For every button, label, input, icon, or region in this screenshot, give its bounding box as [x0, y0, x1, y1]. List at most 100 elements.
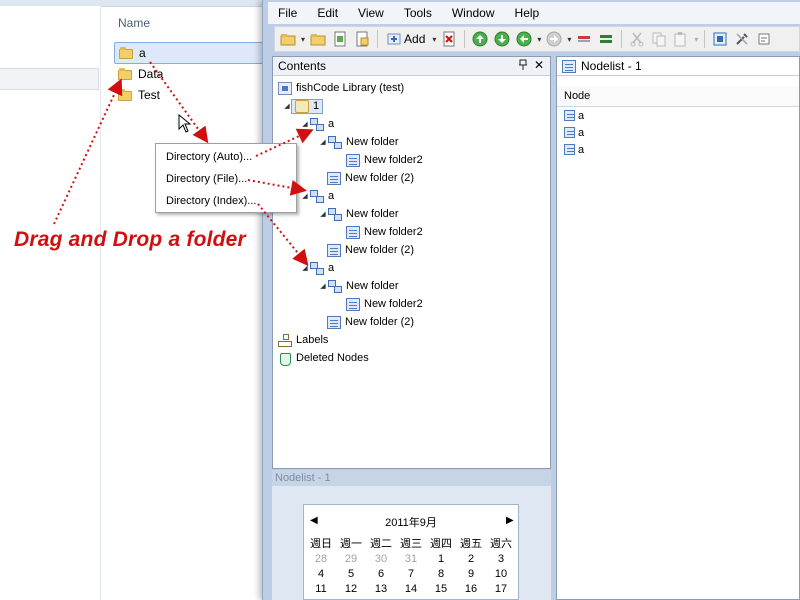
- node-column-header-label: Node: [564, 90, 591, 102]
- explorer-item-test[interactable]: Test: [114, 85, 164, 105]
- document-icon[interactable]: [331, 30, 349, 48]
- node-column-header[interactable]: Node: [557, 86, 799, 107]
- tree-root[interactable]: fishCode Library (test): [278, 79, 404, 97]
- tree-node-new-folder-2[interactable]: New folder (2): [327, 241, 414, 259]
- paste-icon[interactable]: [672, 30, 690, 48]
- calendar-day[interactable]: 10: [486, 567, 516, 582]
- tree-node-1[interactable]: ◢ 1: [282, 97, 324, 115]
- nodelist-row[interactable]: a: [557, 107, 799, 124]
- add-button[interactable]: Add: [384, 30, 428, 48]
- tree-node-new-folder[interactable]: ◢ New folder: [318, 133, 399, 151]
- calendar-day[interactable]: 11: [306, 582, 336, 597]
- copy-icon[interactable]: [650, 30, 668, 48]
- tree-node-label: New folder: [346, 280, 399, 292]
- tree-node-a[interactable]: ◢ a: [300, 187, 334, 205]
- toolbar-separator: [464, 30, 466, 48]
- menu-item-directory-auto[interactable]: Directory (Auto)...: [156, 146, 296, 168]
- settings-icon[interactable]: [755, 30, 773, 48]
- cut-icon[interactable]: [628, 30, 646, 48]
- menu-file[interactable]: File: [268, 6, 307, 20]
- calendar-day[interactable]: 6: [366, 567, 396, 582]
- calendar-day[interactable]: 7: [396, 567, 426, 582]
- calendar-day[interactable]: 28: [306, 552, 336, 567]
- menu-window[interactable]: Window: [442, 6, 505, 20]
- calendar-day[interactable]: 1: [426, 552, 456, 567]
- explorer-item-label: Data: [138, 67, 164, 81]
- pin-icon[interactable]: [518, 59, 528, 74]
- name-column-header[interactable]: Name: [118, 16, 150, 30]
- collapse-triangle-icon[interactable]: ◢: [300, 264, 310, 272]
- explorer-item-data[interactable]: Data: [114, 64, 167, 84]
- database-icon: [295, 99, 309, 113]
- calendar-day[interactable]: 31: [396, 552, 426, 567]
- nav-forward-icon[interactable]: [545, 30, 563, 48]
- menu-help[interactable]: Help: [505, 6, 550, 20]
- folder-icon[interactable]: [309, 30, 327, 48]
- menu-item-directory-file[interactable]: Directory (File)...: [156, 168, 296, 190]
- tools-icon[interactable]: [733, 30, 751, 48]
- calendar-day[interactable]: 4: [306, 567, 336, 582]
- calendar-day[interactable]: 9: [456, 567, 486, 582]
- fit-window-icon[interactable]: [711, 30, 729, 48]
- nav-selected-item[interactable]: [0, 68, 99, 90]
- nav-down-icon[interactable]: [493, 30, 511, 48]
- calendar-day[interactable]: 8: [426, 567, 456, 582]
- folder-tree-icon: [328, 279, 342, 293]
- calendar-day[interactable]: 2: [456, 552, 486, 567]
- tree-node-a[interactable]: ◢ a: [300, 259, 334, 277]
- open-folder-icon[interactable]: [279, 30, 297, 48]
- collapse-triangle-icon[interactable]: ◢: [318, 210, 328, 218]
- menu-view[interactable]: View: [348, 6, 394, 20]
- collapse-triangle-icon[interactable]: ◢: [318, 282, 328, 290]
- nav-back-icon[interactable]: [515, 30, 533, 48]
- tree-node-new-folder2[interactable]: New folder2: [346, 223, 423, 241]
- forward-dropdown-arrow-icon[interactable]: ▾: [567, 35, 571, 44]
- tree-node-new-folder2[interactable]: New folder2: [346, 295, 423, 313]
- tree-node-new-folder-2[interactable]: New folder (2): [327, 169, 414, 187]
- menu-edit[interactable]: Edit: [307, 6, 348, 20]
- delete-icon[interactable]: [440, 30, 458, 48]
- calendar-day[interactable]: 3: [486, 552, 516, 567]
- nodelist-row[interactable]: a: [557, 124, 799, 141]
- nav-up-icon[interactable]: [471, 30, 489, 48]
- dropdown-arrow-icon[interactable]: ▾: [301, 35, 305, 44]
- add-dropdown-arrow-icon[interactable]: ▾: [432, 35, 436, 44]
- explorer-item-a[interactable]: a: [114, 42, 274, 64]
- tree-node-label: a: [328, 118, 335, 130]
- close-icon[interactable]: ✕: [534, 58, 544, 72]
- calendar-day[interactable]: 16: [456, 582, 486, 597]
- tree-node-new-folder2[interactable]: New folder2: [346, 151, 423, 169]
- paste-dropdown-arrow-icon[interactable]: ▾: [694, 35, 698, 44]
- folder-icon: [118, 89, 132, 101]
- back-dropdown-arrow-icon[interactable]: ▾: [537, 35, 541, 44]
- nodelist-row[interactable]: a: [557, 141, 799, 158]
- menu-item-directory-index[interactable]: Directory (Index)...: [156, 190, 296, 212]
- node-icon: [346, 297, 360, 311]
- calendar-day[interactable]: 13: [366, 582, 396, 597]
- tree-node-new-folder[interactable]: ◢ New folder: [318, 205, 399, 223]
- tree-node-new-folder-2[interactable]: New folder (2): [327, 313, 414, 331]
- calendar-day[interactable]: 17: [486, 582, 516, 597]
- calendar-day[interactable]: 5: [336, 567, 366, 582]
- collapse-triangle-icon[interactable]: ◢: [300, 120, 310, 128]
- collapse-triangle-icon[interactable]: ◢: [300, 192, 310, 200]
- calendar-day[interactable]: 14: [396, 582, 426, 597]
- expand-icon[interactable]: [597, 30, 615, 48]
- collapse-triangle-icon[interactable]: ◢: [318, 138, 328, 146]
- folder-tree-icon: [328, 135, 342, 149]
- tree-node-new-folder[interactable]: ◢ New folder: [318, 277, 399, 295]
- menu-tools[interactable]: Tools: [394, 6, 442, 20]
- calendar-month-title[interactable]: 2011年9月: [303, 514, 519, 530]
- nodelist-tab-strip[interactable]: Nodelist - 1: [272, 470, 551, 486]
- collapse-icon[interactable]: [575, 30, 593, 48]
- properties-icon[interactable]: [353, 30, 371, 48]
- calendar-day[interactable]: 12: [336, 582, 366, 597]
- tree-labels[interactable]: Labels: [278, 331, 328, 349]
- calendar-day[interactable]: 15: [426, 582, 456, 597]
- nodelist-row-label: a: [578, 126, 585, 139]
- tree-deleted-nodes[interactable]: Deleted Nodes: [278, 349, 369, 367]
- calendar-day[interactable]: 29: [336, 552, 366, 567]
- tree-node-1-selected[interactable]: 1: [291, 98, 324, 114]
- calendar-day[interactable]: 30: [366, 552, 396, 567]
- tree-node-a[interactable]: ◢ a: [300, 115, 334, 133]
